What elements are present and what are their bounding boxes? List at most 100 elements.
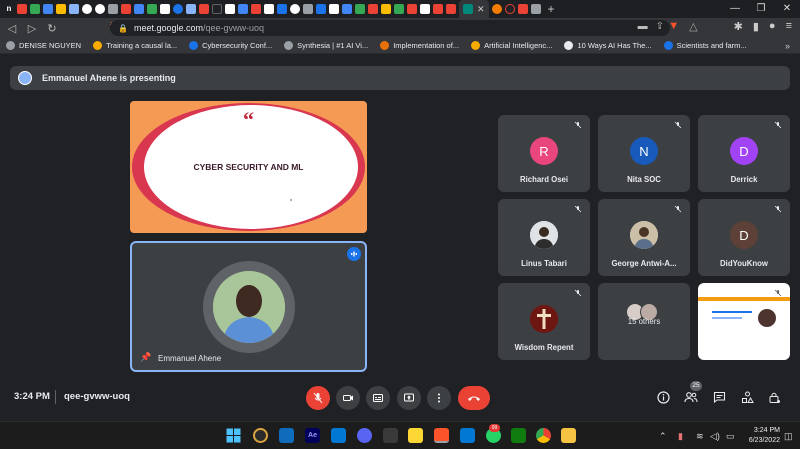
close-icon[interactable]: ✕ — [477, 4, 485, 15]
camera-toggle-button[interactable] — [336, 386, 360, 410]
tab-favicon[interactable] — [238, 4, 248, 14]
sticky-notes-icon[interactable] — [408, 428, 423, 443]
participant-tile[interactable] — [698, 283, 790, 360]
tab-favicon[interactable] — [225, 4, 235, 14]
chevron-up-icon[interactable]: ⌃ — [659, 431, 667, 442]
tab-favicon[interactable] — [251, 4, 261, 14]
tab-favicon[interactable] — [433, 4, 443, 14]
presenter-tile[interactable]: 📌 Emmanuel Ahene — [130, 241, 367, 372]
discord-icon[interactable] — [357, 428, 372, 443]
extensions-icon[interactable]: ✱ — [734, 20, 743, 33]
vscode-icon[interactable] — [331, 428, 346, 443]
leave-call-button[interactable] — [458, 386, 490, 410]
tab-favicon[interactable] — [30, 4, 40, 14]
tab-favicon[interactable] — [303, 4, 313, 14]
tab-favicon[interactable] — [17, 4, 27, 14]
tab-favicon[interactable] — [394, 4, 404, 14]
new-tab-button[interactable]: + — [548, 2, 555, 16]
forward-icon[interactable]: ▷ — [24, 22, 40, 35]
mic-tray-icon[interactable]: ▮ — [678, 431, 683, 442]
presentation-slide[interactable]: “ CYBER SECURITY AND ML — [130, 101, 367, 233]
tab-favicon[interactable] — [212, 4, 222, 14]
tab-favicon[interactable] — [530, 4, 541, 14]
tiles-app-icon[interactable] — [511, 428, 526, 443]
menu-icon[interactable]: ≡ — [786, 20, 792, 33]
tab-favicon[interactable] — [173, 4, 183, 14]
tab-favicon[interactable] — [121, 4, 131, 14]
tab-favicon[interactable] — [147, 4, 157, 14]
meeting-details-button[interactable] — [655, 389, 671, 405]
camera-in-use-icon[interactable]: ▬ — [638, 21, 648, 32]
file-explorer-icon[interactable] — [561, 428, 576, 443]
participant-tile[interactable]: Linus Tabari — [498, 199, 590, 276]
minimize-button[interactable]: — — [722, 0, 748, 18]
tab-favicon[interactable] — [186, 4, 196, 14]
activities-button[interactable] — [739, 389, 755, 405]
wifi-icon[interactable]: ≋ — [696, 431, 704, 442]
notes-app-icon[interactable] — [460, 428, 475, 443]
participant-tile[interactable]: R Richard Osei — [498, 115, 590, 192]
mail-app-icon[interactable] — [279, 428, 294, 443]
more-options-button[interactable] — [427, 386, 451, 410]
battery-icon[interactable]: ▭ — [726, 431, 735, 442]
profile-icon[interactable]: ● — [769, 20, 776, 33]
tab-favicon[interactable] — [446, 4, 456, 14]
participant-tile[interactable]: George Antwi-A... — [598, 199, 690, 276]
tab-favicon[interactable] — [69, 4, 79, 14]
tab-favicon[interactable] — [329, 4, 339, 14]
bookmark-item[interactable]: Synthesia | #1 AI Vi... — [284, 41, 368, 50]
resolve-app-icon[interactable] — [253, 428, 268, 443]
present-now-button[interactable] — [397, 386, 421, 410]
bookmark-item[interactable]: Implementation of... — [380, 41, 459, 50]
system-clock[interactable]: 3:24 PM 6/23/2022 — [749, 426, 780, 446]
participant-tile[interactable]: D Derrick — [698, 115, 790, 192]
windows-start-icon[interactable] — [226, 428, 241, 443]
tab-favicon[interactable] — [368, 4, 378, 14]
more-bookmarks-icon[interactable]: » — [785, 41, 790, 51]
tab-active-meet[interactable]: ✕ — [459, 0, 489, 18]
brave-shield-icon[interactable]: ▼ — [668, 20, 679, 33]
tab-favicon[interactable] — [381, 4, 391, 14]
captions-button[interactable] — [366, 386, 390, 410]
volume-icon[interactable]: ◁) — [710, 431, 720, 442]
bookmark-item[interactable]: Scientists and farm... — [663, 41, 747, 50]
bookmark-item[interactable]: DENISE NGUYEN — [6, 41, 81, 50]
brave-rewards-icon[interactable]: △ — [689, 20, 697, 33]
tab-favicon[interactable] — [264, 4, 274, 14]
tab-favicon[interactable] — [82, 4, 92, 14]
close-window-button[interactable]: ✕ — [774, 0, 800, 18]
tab-favicon[interactable] — [420, 4, 430, 14]
others-tile[interactable]: 15 others — [598, 283, 690, 360]
tab-favicon[interactable] — [160, 4, 170, 14]
bookmark-item[interactable]: Artificial Intelligenc... — [471, 41, 552, 50]
mic-toggle-button[interactable] — [306, 386, 330, 410]
tab-favicon[interactable] — [355, 4, 365, 14]
tab-favicon[interactable] — [95, 4, 105, 14]
tab-favicon[interactable] — [342, 4, 352, 14]
maximize-button[interactable]: ❐ — [748, 0, 774, 18]
notifications-icon[interactable]: ◫ — [784, 431, 793, 442]
address-bar[interactable]: 🔒 meet.google.com/qee-gvww-uoq ▬ ⇪ — [110, 20, 670, 36]
grid-app-icon[interactable] — [383, 428, 398, 443]
bookmark-item[interactable]: 10 Ways AI Has The... — [564, 41, 652, 50]
tab-favicon[interactable] — [517, 4, 528, 14]
bookmark-item[interactable]: Training a causal la... — [93, 41, 177, 50]
brave-browser-icon[interactable] — [434, 428, 449, 443]
tab-favicon[interactable] — [43, 4, 53, 14]
participant-tile[interactable]: D DidYouKnow — [698, 199, 790, 276]
participant-tile[interactable]: N Nita SOC — [598, 115, 690, 192]
tab-favicon[interactable] — [504, 4, 515, 14]
back-icon[interactable]: ◁ — [4, 22, 20, 35]
participant-tile[interactable]: Wisdom Repent — [498, 283, 590, 360]
people-button[interactable] — [683, 389, 699, 405]
pin-icon[interactable]: 📌 — [140, 352, 151, 363]
after-effects-icon[interactable]: Ae — [305, 428, 320, 443]
tab-favicon[interactable] — [491, 4, 502, 14]
chat-button[interactable] — [711, 389, 727, 405]
chrome-icon[interactable] — [536, 428, 551, 443]
tab-favicon[interactable] — [134, 4, 144, 14]
tab-favicon[interactable] — [56, 4, 66, 14]
tab-favicon[interactable] — [108, 4, 118, 14]
reload-icon[interactable]: ↻ — [44, 22, 60, 35]
host-controls-button[interactable] — [766, 389, 782, 405]
